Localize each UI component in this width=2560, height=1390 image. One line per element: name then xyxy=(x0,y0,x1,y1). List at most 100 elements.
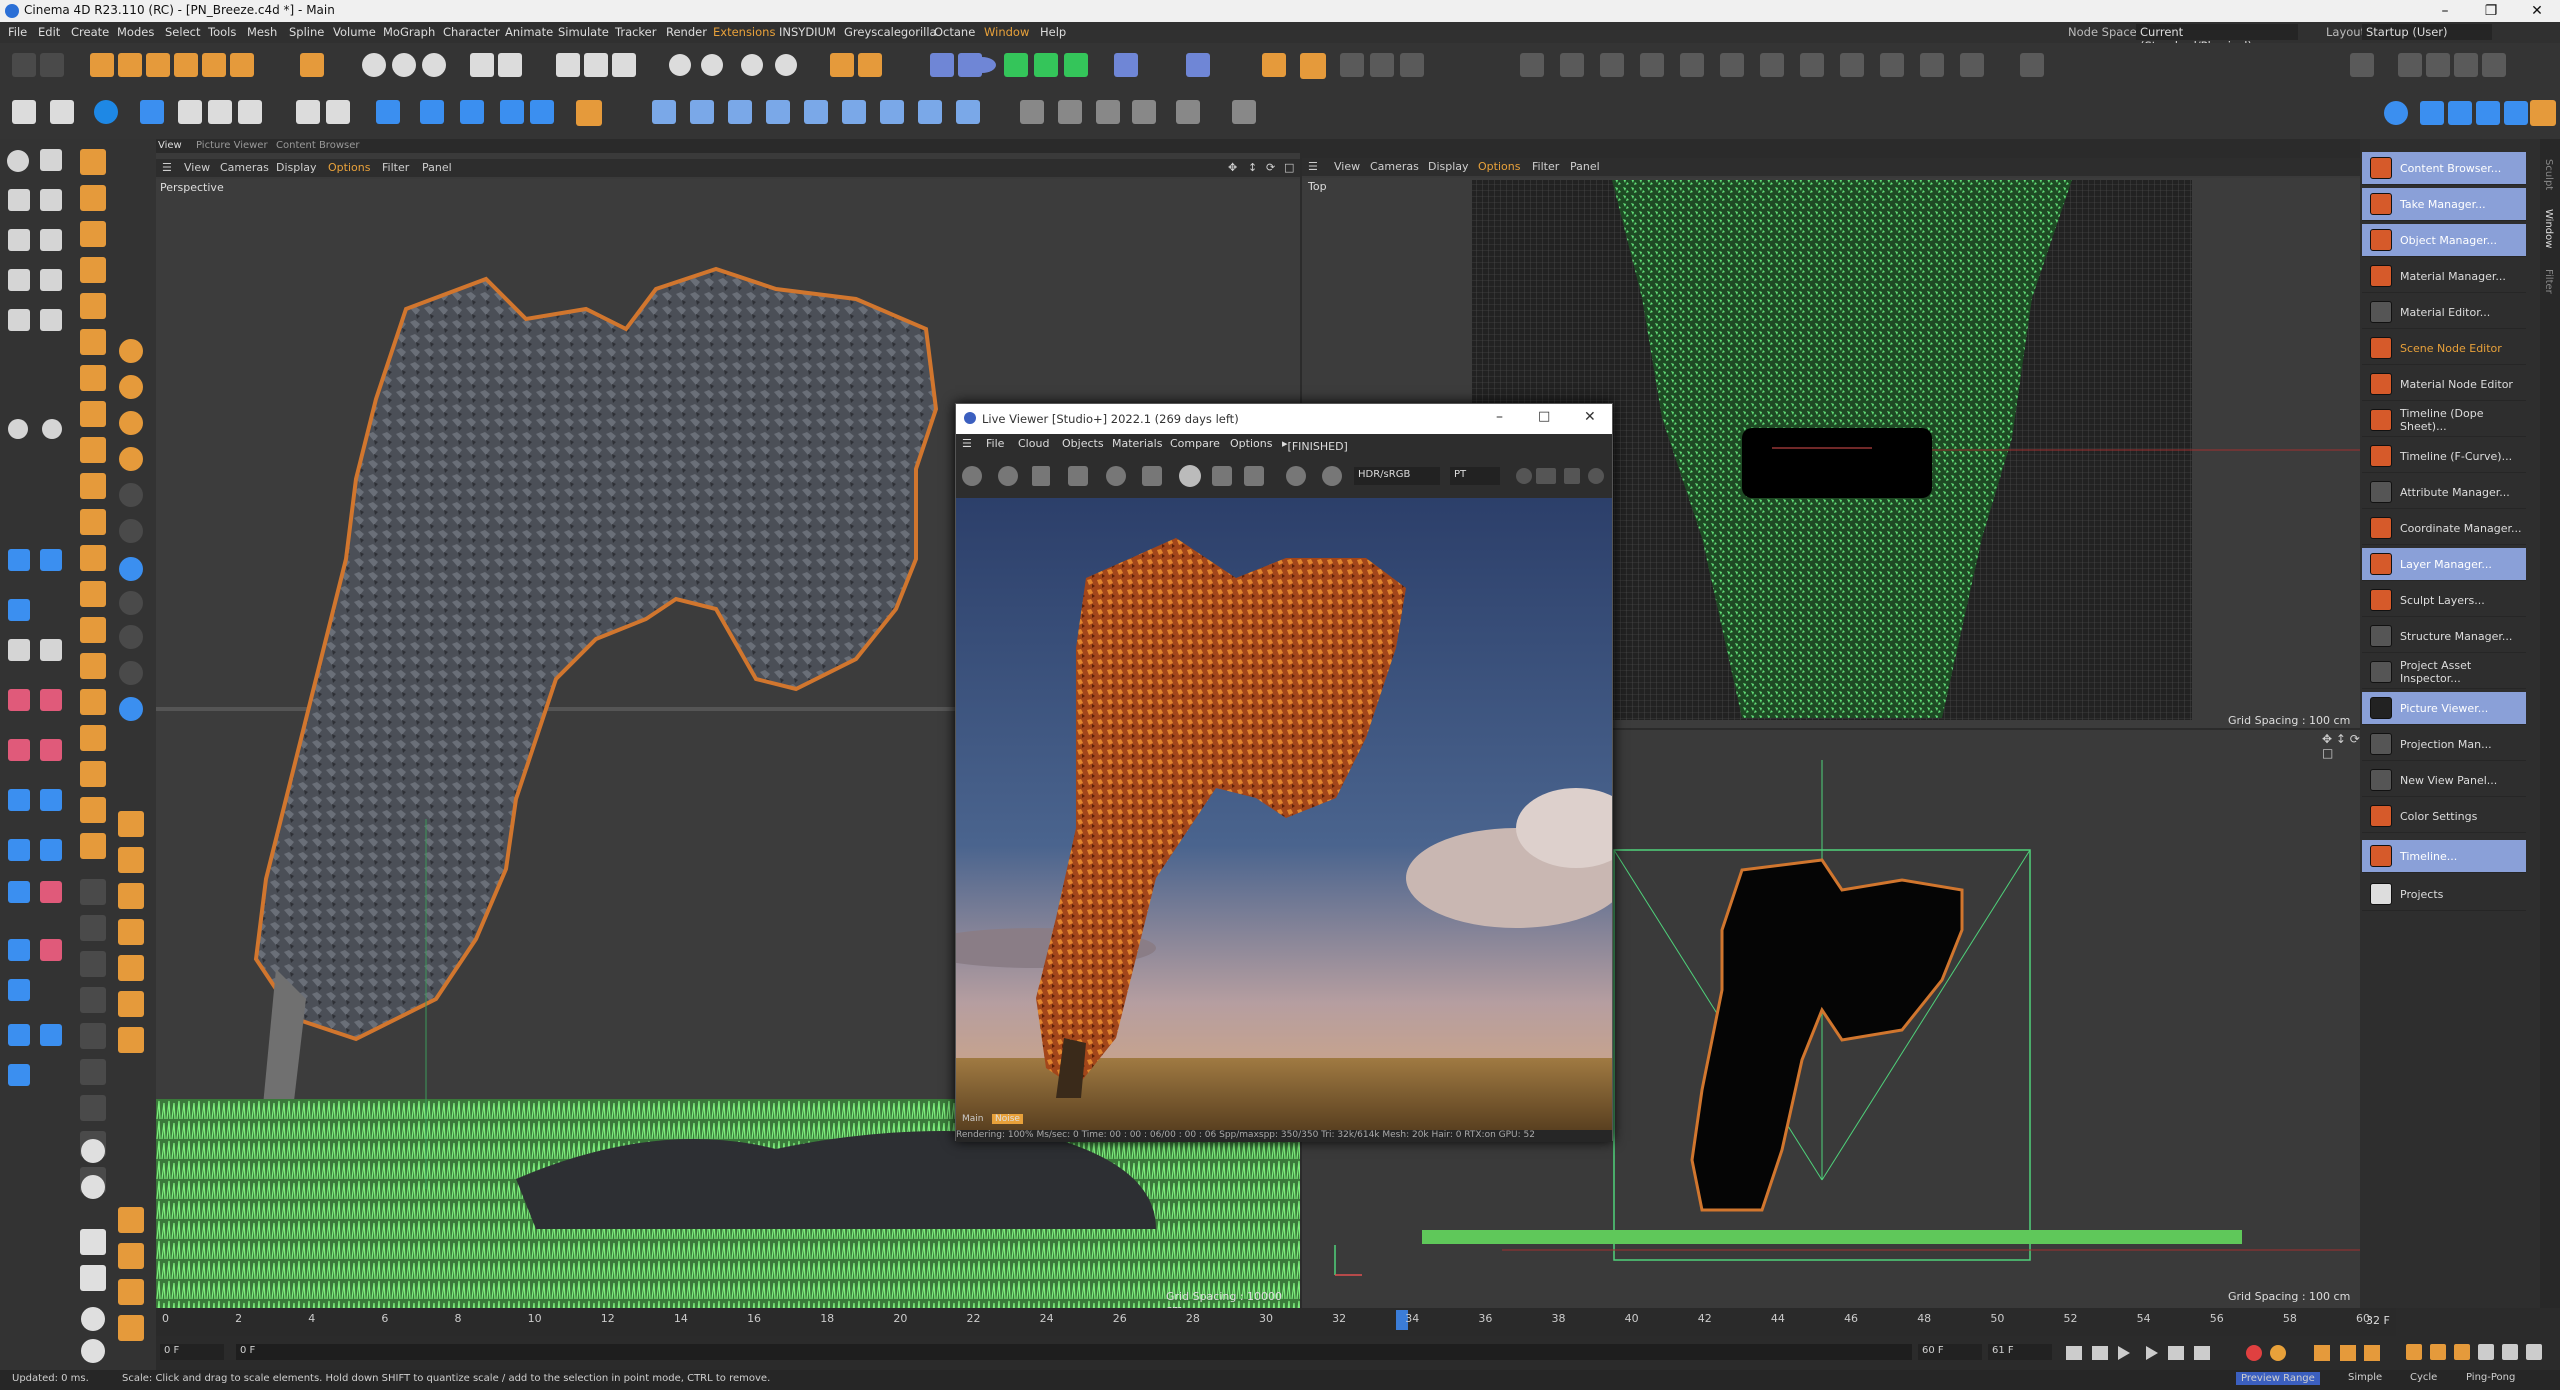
top-menu-options[interactable]: Options xyxy=(1478,160,1520,173)
menu-select[interactable]: Select xyxy=(165,25,200,39)
menu-animate[interactable]: Animate xyxy=(505,25,553,39)
sculpt-layers-button[interactable]: Sculpt Layers... xyxy=(2362,584,2526,617)
timeline-fcurve-button[interactable]: Timeline (F-Curve)... xyxy=(2362,440,2526,473)
toolbar-icons[interactable] xyxy=(0,43,2560,139)
lv-menu-options[interactable]: Options xyxy=(1230,437,1272,450)
zoom-view-icon[interactable]: ↕ xyxy=(1248,161,1257,174)
live-viewer-window[interactable]: Live Viewer [Studio+] 2022.1 (269 days l… xyxy=(955,403,1613,1142)
menu-view[interactable]: View xyxy=(184,161,210,174)
top-menu-filter[interactable]: Filter xyxy=(1532,160,1559,173)
timeline-ruler[interactable]: 32 F xyxy=(156,1308,2396,1336)
lv-menu-file[interactable]: File xyxy=(986,437,1004,450)
layer-manager-button[interactable]: Layer Manager... xyxy=(2362,548,2526,581)
project-asset-inspector-button[interactable]: Project Asset Inspector... xyxy=(2362,656,2526,689)
attribute-manager-button[interactable]: Attribute Manager... xyxy=(2362,476,2526,509)
live-viewer-maximize[interactable]: □ xyxy=(1538,409,1550,424)
menu-tracker[interactable]: Tracker xyxy=(615,25,657,39)
layout-select[interactable]: Startup (User) xyxy=(2362,24,2492,40)
move-view-icon[interactable]: ✥ xyxy=(1228,161,1237,174)
timeline-dope-sheet-button[interactable]: Timeline (Dope Sheet)... xyxy=(2362,404,2526,437)
menu-character[interactable]: Character xyxy=(443,25,500,39)
end2-frame-field[interactable]: 61 F xyxy=(1988,1344,2052,1360)
lv-tab-main[interactable]: Main xyxy=(962,1114,984,1124)
simple-toggle[interactable]: Simple xyxy=(2348,1372,2382,1383)
node-space-select[interactable]: Current (Standard/Physical) xyxy=(2136,24,2298,53)
live-viewer-close[interactable]: ✕ xyxy=(1584,409,1596,425)
menu-mograph[interactable]: MoGraph xyxy=(383,25,435,39)
end-frame-field[interactable]: 60 F xyxy=(1918,1344,1982,1360)
left-tool-icons[interactable] xyxy=(0,139,156,1370)
menu-filter[interactable]: Filter xyxy=(382,161,409,174)
menu-extensions[interactable]: Extensions xyxy=(713,25,775,39)
menu-greyscalegorilla[interactable]: Greyscalegorilla xyxy=(844,25,937,39)
object-manager-button[interactable]: Object Manager... xyxy=(2362,224,2526,257)
cycle-toggle[interactable]: Cycle xyxy=(2410,1372,2437,1383)
menu-insydium[interactable]: INSYDIUM xyxy=(779,25,836,39)
top-menu-display[interactable]: Display xyxy=(1428,160,1469,173)
menu-render[interactable]: Render xyxy=(666,25,707,39)
menu-display[interactable]: Display xyxy=(276,161,317,174)
material-manager-button[interactable]: Material Manager... xyxy=(2362,260,2526,293)
right-view-controls[interactable]: ✥ ↕ ⟳ □ xyxy=(2322,732,2360,760)
lv-tab-noise[interactable]: Noise xyxy=(992,1114,1023,1124)
lv-menu-materials[interactable]: Materials xyxy=(1112,437,1162,450)
live-viewer-menu-icon[interactable]: ☰ xyxy=(962,437,972,450)
scene-node-editor-button[interactable]: Scene Node Editor xyxy=(2362,332,2526,365)
viewport-menu-icon[interactable]: ☰ xyxy=(162,161,172,174)
menu-octane[interactable]: Octane xyxy=(934,25,975,39)
projects-button[interactable]: Projects xyxy=(2362,878,2526,911)
minimize-button[interactable]: – xyxy=(2422,0,2468,22)
top-menu-cameras[interactable]: Cameras xyxy=(1370,160,1419,173)
tab-picture-viewer[interactable]: Picture Viewer xyxy=(196,140,268,151)
menu-volume[interactable]: Volume xyxy=(333,25,376,39)
color-space-select[interactable]: HDR/sRGB xyxy=(1354,467,1440,485)
menu-cameras[interactable]: Cameras xyxy=(220,161,269,174)
menu-options[interactable]: Options xyxy=(328,161,370,174)
maximize-button[interactable]: ❐ xyxy=(2468,0,2514,22)
lv-menu-compare[interactable]: Compare xyxy=(1170,437,1220,450)
menu-modes[interactable]: Modes xyxy=(117,25,154,39)
menu-window[interactable]: Window xyxy=(984,25,1029,39)
structure-manager-button[interactable]: Structure Manager... xyxy=(2362,620,2526,653)
menu-create[interactable]: Create xyxy=(71,25,109,39)
menu-file[interactable]: File xyxy=(8,25,27,39)
range-slider[interactable]: 0 F xyxy=(236,1344,1912,1360)
lv-menu-cloud[interactable]: Cloud xyxy=(1018,437,1049,450)
maximize-view-icon[interactable]: □ xyxy=(1284,161,1294,174)
side-tab-sculpt[interactable]: Sculpt xyxy=(2543,159,2554,190)
rotate-view-icon[interactable]: ⟳ xyxy=(1266,161,1275,174)
preview-range-toggle[interactable]: Preview Range xyxy=(2236,1372,2320,1385)
menu-simulate[interactable]: Simulate xyxy=(558,25,609,39)
live-viewer-render[interactable]: Main Noise xyxy=(956,498,1612,1130)
color-settings-button[interactable]: Color Settings xyxy=(2362,800,2526,833)
top-menu-panel[interactable]: Panel xyxy=(1570,160,1600,173)
timeline-tool-icons[interactable] xyxy=(2396,1308,2560,1370)
material-editor-button[interactable]: Material Editor... xyxy=(2362,296,2526,329)
top-menu-view[interactable]: View xyxy=(1334,160,1360,173)
close-button[interactable]: ✕ xyxy=(2514,0,2560,22)
start-frame-field[interactable]: 0 F xyxy=(160,1344,224,1360)
menu-panel[interactable]: Panel xyxy=(422,161,452,174)
projection-man-button[interactable]: Projection Man... xyxy=(2362,728,2526,761)
menu-edit[interactable]: Edit xyxy=(38,25,60,39)
coordinate-manager-button[interactable]: Coordinate Manager... xyxy=(2362,512,2526,545)
kernel-select[interactable]: PT xyxy=(1450,467,1500,485)
top-viewport-menu-icon[interactable]: ☰ xyxy=(1308,160,1318,173)
tab-content-browser[interactable]: Content Browser xyxy=(276,140,359,151)
menu-help[interactable]: Help xyxy=(1040,25,1066,39)
menu-mesh[interactable]: Mesh xyxy=(247,25,277,39)
picture-viewer-button[interactable]: Picture Viewer... xyxy=(2362,692,2526,725)
take-manager-button[interactable]: Take Manager... xyxy=(2362,188,2526,221)
ping-pong-toggle[interactable]: Ping-Pong xyxy=(2466,1372,2515,1383)
playback-controls[interactable] xyxy=(2056,1336,2396,1370)
side-tab-window[interactable]: Window xyxy=(2543,209,2554,248)
new-view-panel-button[interactable]: New View Panel... xyxy=(2362,764,2526,797)
material-node-editor-button[interactable]: Material Node Editor xyxy=(2362,368,2526,401)
lv-menu-objects[interactable]: Objects xyxy=(1062,437,1104,450)
live-viewer-titlebar[interactable]: Live Viewer [Studio+] 2022.1 (269 days l… xyxy=(956,404,1612,434)
live-viewer-extra-icons[interactable] xyxy=(1512,454,1612,498)
side-tab-filter[interactable]: Filter xyxy=(2543,269,2554,294)
tab-view[interactable]: View xyxy=(158,140,182,151)
live-viewer-tool-icons[interactable] xyxy=(956,454,1356,498)
live-viewer-minimize[interactable]: – xyxy=(1496,409,1503,425)
